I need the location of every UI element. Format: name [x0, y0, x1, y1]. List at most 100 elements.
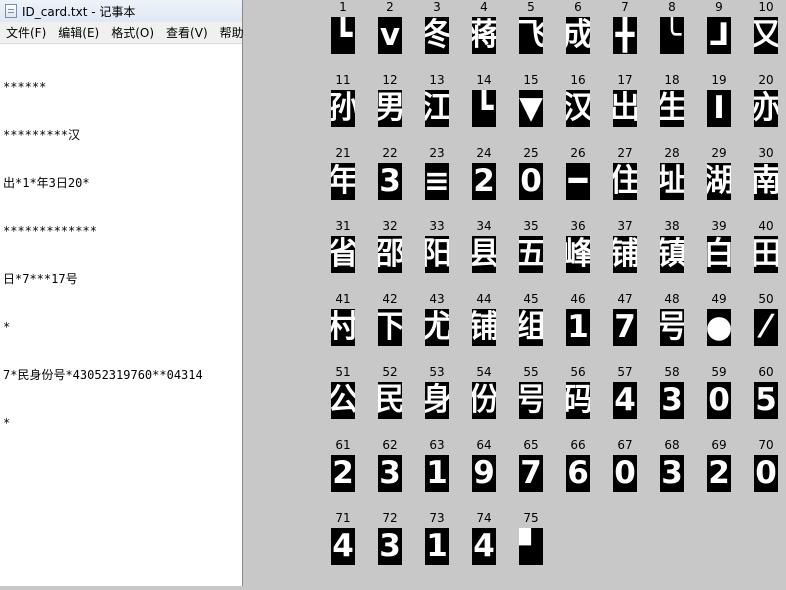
segment-number: 26	[570, 146, 586, 160]
segment-number: 54	[476, 365, 492, 379]
segment-image: 阳	[425, 236, 449, 273]
segment-image: 县	[472, 236, 496, 273]
segment-number: 16	[570, 73, 586, 87]
segment-number: 32	[382, 219, 398, 233]
segment-number: 40	[758, 219, 774, 233]
segment-number: 39	[711, 219, 727, 233]
segment-cell: 30 南	[743, 146, 786, 219]
segment-number: 72	[382, 511, 398, 525]
segment-cell: 11 孙	[320, 73, 366, 146]
segment-image: 3	[378, 455, 402, 492]
segment-cell: 64 9	[461, 438, 507, 511]
segment-image: 飞	[519, 17, 543, 54]
segment-number: 22	[382, 146, 398, 160]
segment-number: 10	[758, 0, 774, 14]
segment-cell: 70 0	[743, 438, 786, 511]
segment-cell: 54 份	[461, 365, 507, 438]
segment-image: 组	[519, 309, 543, 346]
segment-image: ⅃	[707, 17, 731, 54]
segment-number: 33	[429, 219, 445, 233]
segment-cell: 60 5	[743, 365, 786, 438]
segment-number: 18	[664, 73, 680, 87]
segment-cell: 34 县	[461, 219, 507, 292]
segment-image: 年	[331, 163, 355, 200]
segment-cell: 31 省	[320, 219, 366, 292]
segment-image: 江	[425, 90, 449, 127]
menu-format[interactable]: 格式(O)	[105, 24, 160, 41]
segment-cell: 12 男	[367, 73, 413, 146]
segment-number: 49	[711, 292, 727, 306]
segment-cell: 73 1	[414, 511, 460, 584]
segment-image: ┗	[472, 90, 496, 127]
segment-number: 36	[570, 219, 586, 233]
segment-image: 冬	[425, 17, 449, 54]
title-bar[interactable]: ID_card.txt - 记事本	[0, 0, 242, 22]
segment-cell: 32 邵	[367, 219, 413, 292]
segment-number: 35	[523, 219, 539, 233]
segment-image: 铺	[613, 236, 637, 273]
text-line: 出*1*年3日20*	[3, 176, 90, 190]
segment-number: 71	[335, 511, 351, 525]
text-line: 7*民身份号*43052319760**04314	[3, 368, 203, 382]
segment-cell: 28 址	[649, 146, 695, 219]
segment-number: 47	[617, 292, 633, 306]
segment-image: 号	[660, 309, 684, 346]
segment-cell: 52 民	[367, 365, 413, 438]
segment-cell: 48 号	[649, 292, 695, 365]
segment-image: 2	[707, 455, 731, 492]
segment-image: ╰	[660, 17, 684, 54]
segment-image: ┗	[331, 17, 355, 54]
segment-image: ●	[707, 309, 731, 346]
segment-cell: 22 3	[367, 146, 413, 219]
segment-number: 1	[339, 0, 347, 14]
segment-image: 0	[754, 455, 778, 492]
segment-cell: 39 白	[696, 219, 742, 292]
segment-cell: 67 0	[602, 438, 648, 511]
segment-cell: 71 4	[320, 511, 366, 584]
segment-image: 村	[331, 309, 355, 346]
segment-image: 0	[613, 455, 637, 492]
segment-number: 2	[386, 0, 394, 14]
segment-cell: 18 生	[649, 73, 695, 146]
segment-cell: 26 ━	[555, 146, 601, 219]
segment-image: 铺	[472, 309, 496, 346]
segment-number: 69	[711, 438, 727, 452]
segment-cell: 3冬	[414, 0, 460, 73]
segment-cell: 24 2	[461, 146, 507, 219]
segment-cell: 65 7	[508, 438, 554, 511]
segment-cell: 33 阳	[414, 219, 460, 292]
segment-cell: 45 组	[508, 292, 554, 365]
segment-cell: 56 码	[555, 365, 601, 438]
segment-image: 6	[566, 455, 590, 492]
menu-view[interactable]: 查看(V)	[160, 24, 214, 41]
segment-number: 43	[429, 292, 445, 306]
menu-edit[interactable]: 编辑(E)	[52, 24, 105, 41]
segment-cell: 53 身	[414, 365, 460, 438]
segment-cell: 62 3	[367, 438, 413, 511]
segment-number: 59	[711, 365, 727, 379]
segment-number: 48	[664, 292, 680, 306]
segment-cell: 47 7	[602, 292, 648, 365]
menu-file[interactable]: 文件(F)	[0, 24, 52, 41]
segment-cell: 40 田	[743, 219, 786, 292]
segment-number: 5	[527, 0, 535, 14]
segment-number: 42	[382, 292, 398, 306]
segment-image: 省	[331, 236, 355, 273]
segment-cell: 8 ╰	[649, 0, 695, 73]
segment-cell: 59 0	[696, 365, 742, 438]
segment-image: 址	[660, 163, 684, 200]
segment-image: 0	[707, 382, 731, 419]
segment-image: ▘	[519, 528, 543, 565]
segment-cell: 50 ⁄	[743, 292, 786, 365]
segment-image: 亦	[754, 90, 778, 127]
segment-image: 又	[754, 17, 778, 54]
segment-number: 8	[668, 0, 676, 14]
segment-cell: 17 出	[602, 73, 648, 146]
segment-grid: 1 ┗ 2 ⅴ 3 冬 4 蒋 5 飞 6 成 7 ╋ 8 ╰ 9 ⅃ 10 又 11 孙 12 男 13 江 14 ┗ 15 ▼ 16 汉 1…	[250, 0, 786, 586]
segment-image: ▼	[519, 90, 543, 127]
segment-image: 份	[472, 382, 496, 419]
menu-help[interactable]: 帮助	[214, 24, 250, 41]
segment-image: 7	[613, 309, 637, 346]
text-editor[interactable]: ****** *********汉 出*1*年3日20* ***********…	[0, 44, 242, 590]
segment-image: 汉	[566, 90, 590, 127]
